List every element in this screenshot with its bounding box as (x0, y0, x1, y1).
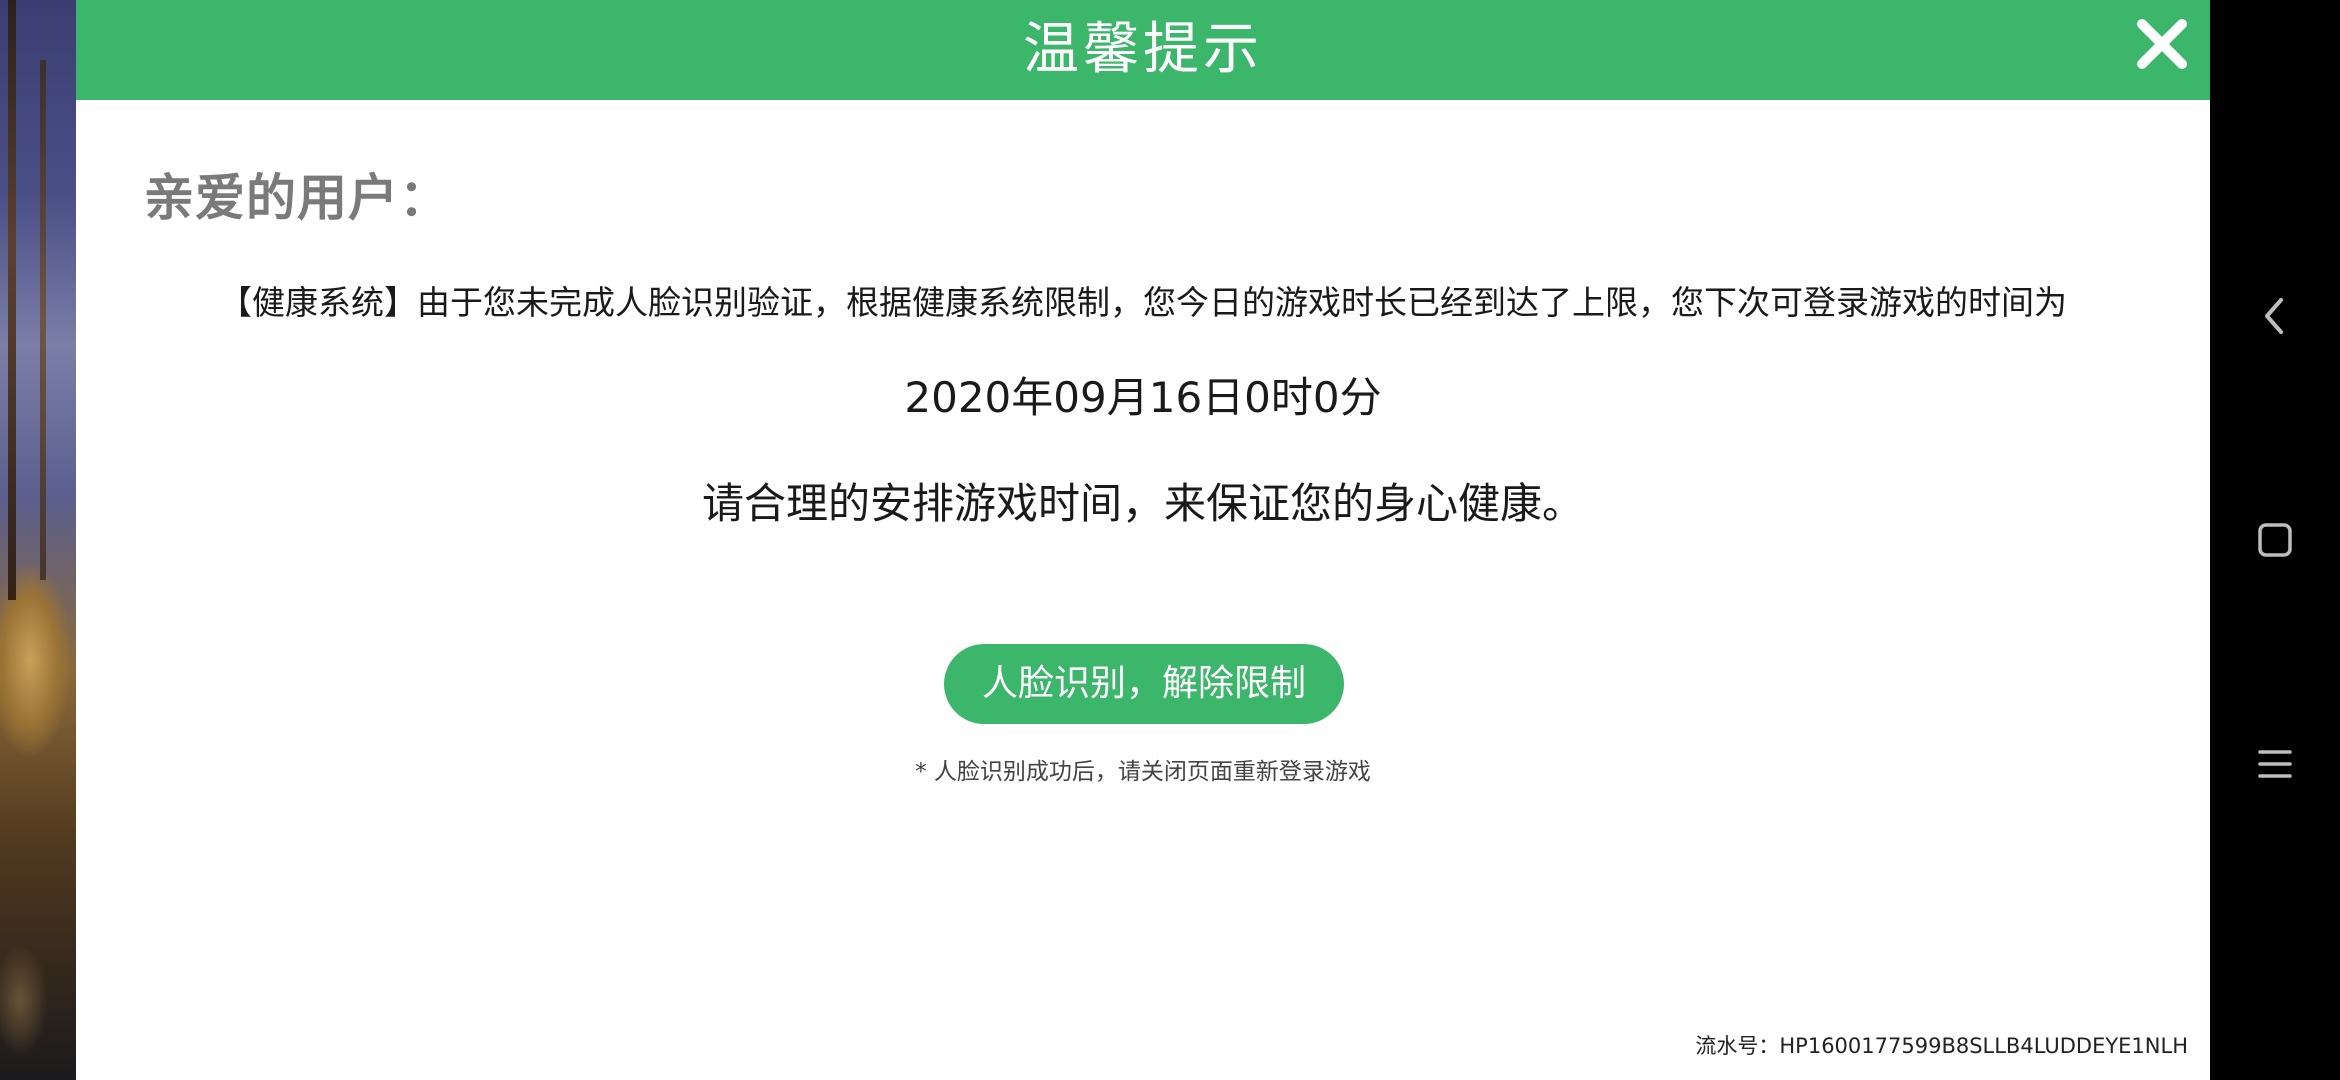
after-verification-note: * 人脸识别成功后，请关闭页面重新登录游戏 (915, 759, 1371, 785)
close-button[interactable] (2132, 14, 2192, 74)
menu-icon (2258, 750, 2292, 778)
dialog-header: 温馨提示 (76, 0, 2210, 100)
back-icon (2265, 298, 2283, 334)
screen: 温馨提示 亲爱的用户： 【健康系统】由于您未完成人脸识别验证，根据健康系统限制，… (0, 0, 2340, 1080)
health-advice: 请合理的安排游戏时间，来保证您的身心健康。 (701, 479, 1584, 528)
home-icon (2258, 523, 2292, 557)
serial-number: 流水号：HP1600177599B8SLLB4LUDDEYE1NLH (1695, 1034, 2188, 1058)
health-notice-dialog: 温馨提示 亲爱的用户： 【健康系统】由于您未完成人脸识别验证，根据健康系统限制，… (76, 0, 2210, 1080)
greeting-text: 亲爱的用户： (144, 169, 450, 227)
nav-menu-button[interactable] (2245, 734, 2305, 794)
dialog-title: 温馨提示 (1023, 17, 1263, 82)
background-game-art (0, 0, 76, 1080)
limit-message: 【健康系统】由于您未完成人脸识别验证，根据健康系统限制，您今日的游戏时长已经到达… (219, 283, 2067, 322)
next-login-time: 2020年09月16日0时0分 (904, 373, 1382, 422)
face-recognition-button[interactable]: 人脸识别，解除限制 (944, 644, 1344, 724)
nav-back-button[interactable] (2245, 286, 2305, 346)
nav-home-button[interactable] (2245, 510, 2305, 570)
system-navigation-bar (2210, 0, 2340, 1080)
close-icon (2137, 19, 2187, 69)
